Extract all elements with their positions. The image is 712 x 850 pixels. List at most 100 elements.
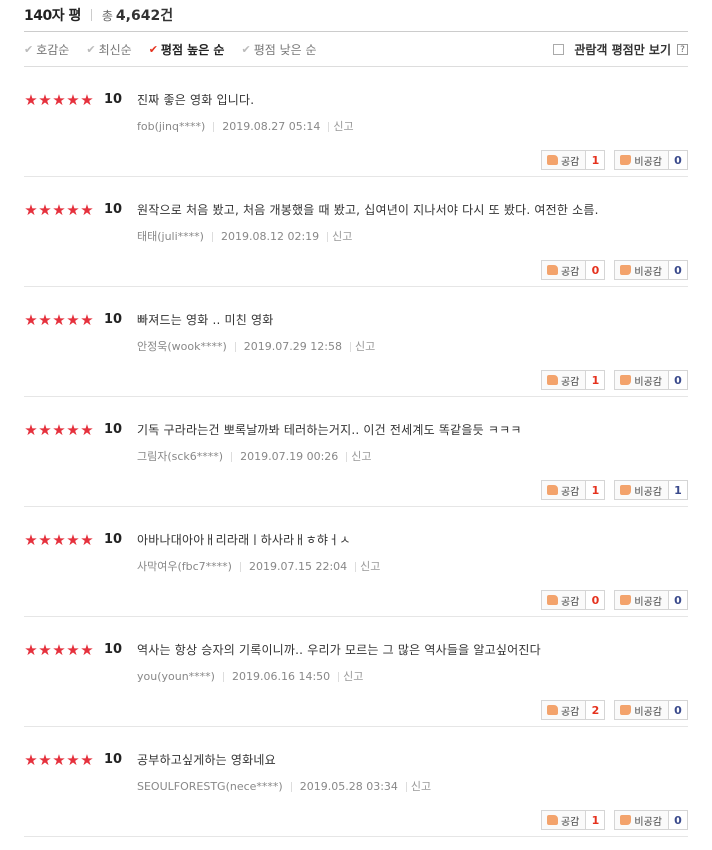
report-link[interactable]: 신고 (355, 340, 375, 354)
sort-option[interactable]: ✔ 호감순 (24, 41, 69, 58)
star-icon: ★ (66, 311, 80, 329)
star-icon: ★ (80, 201, 94, 219)
review-date: 2019.08.27 05:14 (222, 120, 321, 133)
audience-filter[interactable]: 관람객 평점만 보기 ? (553, 41, 688, 58)
vote-buttons: 공감 1 비공감 0 (540, 149, 688, 171)
vote-buttons: 공감 2 비공감 0 (540, 699, 688, 721)
dislike-button[interactable]: 비공감 (614, 480, 669, 500)
dislike-label: 비공감 (634, 706, 662, 718)
thumbs-up-icon (546, 485, 558, 495)
like-label: 공감 (560, 816, 580, 828)
review-author[interactable]: you(youn****) (137, 670, 215, 684)
like-button[interactable]: 공감 (540, 810, 587, 830)
like-button[interactable]: 공감 (540, 150, 587, 170)
header-divider (90, 9, 92, 21)
star-icon: ★ (38, 421, 52, 439)
review-author[interactable]: 안정욱(wook****) (137, 340, 227, 354)
review-date: 2019.06.16 14:50 (231, 670, 331, 683)
dislike-button[interactable]: 비공감 (614, 590, 669, 610)
star-icon: ★ (24, 531, 38, 549)
like-button[interactable]: 공감 (540, 590, 587, 610)
help-icon[interactable]: ? (677, 43, 688, 55)
dislike-count: 0 (669, 370, 688, 390)
meta-divider (234, 342, 236, 352)
thumbs-down-icon (620, 155, 632, 165)
report-link[interactable]: 신고 (333, 120, 353, 134)
dislike-count: 0 (669, 810, 688, 830)
check-icon: ✔ (148, 42, 158, 56)
like-label: 공감 (560, 596, 580, 608)
dislike-count: 0 (669, 260, 688, 280)
sort-option[interactable]: ✔ 평점 높은 순 (149, 41, 225, 58)
review-item: ★ ★ ★ ★ ★ 10 진짜 좋은 영화 입니다. fob(jinq****) 2019.08… (24, 67, 688, 177)
thumbs-down-icon (620, 815, 632, 825)
like-button[interactable]: 공감 (540, 370, 587, 390)
like-button[interactable]: 공감 (540, 700, 587, 720)
review-meta: 사막여우(fbc7****) 2019.07.15 22:04 신고 (137, 560, 380, 574)
meta-divider (338, 672, 340, 682)
review-date: 2019.07.15 22:04 (248, 560, 348, 573)
star-icon: ★ (80, 641, 94, 659)
review-item: ★ ★ ★ ★ ★ 10 역사는 항상 승자의 기록이니까.. 우리가 모르는 그 많은 역… (24, 617, 688, 727)
review-text: 진짜 좋은 영화 입니다. (137, 93, 255, 107)
review-author[interactable]: 그림자(sck6****) (137, 450, 223, 464)
dislike-button[interactable]: 비공감 (614, 370, 669, 390)
star-icon: ★ (66, 641, 80, 659)
meta-divider (231, 452, 233, 462)
dislike-button[interactable]: 비공감 (614, 150, 669, 170)
thumbs-down-icon (620, 485, 632, 495)
review-meta: you(youn****) 2019.06.16 14:50 신고 (137, 670, 363, 684)
star-icon: ★ (24, 91, 38, 109)
star-icon: ★ (52, 201, 66, 219)
dislike-button[interactable]: 비공감 (614, 260, 669, 280)
vote-buttons: 공감 1 비공감 1 (540, 479, 688, 501)
review-score: 10 (104, 422, 123, 437)
star-icon: ★ (66, 421, 80, 439)
star-icon: ★ (24, 201, 38, 219)
review-score: 10 (104, 312, 123, 327)
report-link[interactable]: 신고 (351, 450, 371, 464)
star-icon: ★ (24, 751, 38, 769)
star-rating: ★ ★ ★ ★ ★ (24, 202, 94, 218)
check-icon: ✔ (24, 42, 34, 56)
report-link[interactable]: 신고 (343, 670, 363, 684)
like-button[interactable]: 공감 (540, 480, 587, 500)
check-icon: ✔ (86, 42, 96, 56)
review-author[interactable]: SEOULFORESTG(nece****) (137, 780, 283, 794)
dislike-button[interactable]: 비공감 (614, 810, 669, 830)
review-score: 10 (104, 642, 123, 657)
review-author[interactable]: 사막여우(fbc7****) (137, 560, 232, 574)
audience-checkbox[interactable] (553, 43, 565, 55)
star-icon: ★ (52, 531, 66, 549)
thumbs-up-icon (546, 595, 558, 605)
star-rating: ★ ★ ★ ★ ★ (24, 532, 94, 548)
report-link[interactable]: 신고 (332, 230, 352, 244)
review-author[interactable]: fob(jinq****) (137, 120, 205, 134)
total-number: 4,642건 (115, 8, 174, 24)
report-link[interactable]: 신고 (411, 780, 431, 794)
star-icon: ★ (80, 751, 94, 769)
review-date: 2019.08.12 02:19 (220, 230, 320, 243)
dislike-count: 0 (669, 590, 688, 610)
meta-divider (328, 122, 330, 132)
report-link[interactable]: 신고 (360, 560, 380, 574)
like-label: 공감 (560, 486, 580, 498)
review-meta: SEOULFORESTG(nece****) 2019.05.28 03:34 신고 (137, 780, 431, 794)
dislike-count: 0 (669, 150, 688, 170)
dislike-label: 비공감 (634, 816, 662, 828)
meta-divider (290, 782, 292, 792)
review-author[interactable]: 태태(juli****) (137, 230, 204, 244)
dislike-count: 1 (669, 480, 688, 500)
review-date: 2019.05.28 03:34 (299, 780, 398, 793)
like-button[interactable]: 공감 (540, 260, 587, 280)
star-icon: ★ (24, 311, 38, 329)
meta-divider (239, 562, 241, 572)
section-title: 140자 평 (24, 8, 81, 24)
star-rating: ★ ★ ★ ★ ★ (24, 312, 94, 328)
sort-option[interactable]: ✔ 최신순 (86, 41, 131, 58)
review-date: 2019.07.29 12:58 (243, 340, 342, 353)
sort-option[interactable]: ✔ 평점 낮은 순 (241, 41, 316, 58)
star-icon: ★ (66, 201, 80, 219)
review-score: 10 (104, 202, 123, 217)
dislike-button[interactable]: 비공감 (614, 700, 669, 720)
